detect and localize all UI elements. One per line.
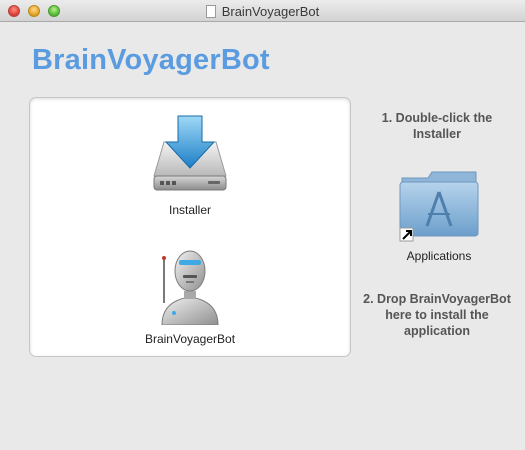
window-title: BrainVoyagerBot [221,3,320,19]
document-icon [205,4,216,18]
applications-folder-item[interactable]: Applications [398,168,480,263]
robot-icon[interactable] [148,241,232,326]
installer-window: BrainVoyagerBot BrainVoyagerBot Installe… [0,0,525,450]
applications-folder-icon[interactable] [398,168,480,242]
installer-drive-icon[interactable] [148,112,232,196]
title-bar[interactable]: BrainVoyagerBot [0,0,525,22]
app-heading: BrainVoyagerBot [32,44,270,76]
instruction-step-2: 2. Drop BrainVoyagerBot here to install … [363,292,511,338]
brainvoyagerbot-label: BrainVoyagerBot [144,332,236,346]
instruction-step-1: 1. Double-click the Installer [381,111,493,141]
installer-item[interactable]: Installer [140,112,240,217]
window-title-area: BrainVoyagerBot [0,0,525,22]
files-panel: Installer BrainVoyagerBot [29,97,351,357]
brainvoyagerbot-item[interactable]: BrainVoyagerBot [110,241,270,346]
installer-label: Installer [168,203,212,217]
applications-label: Applications [406,249,472,263]
